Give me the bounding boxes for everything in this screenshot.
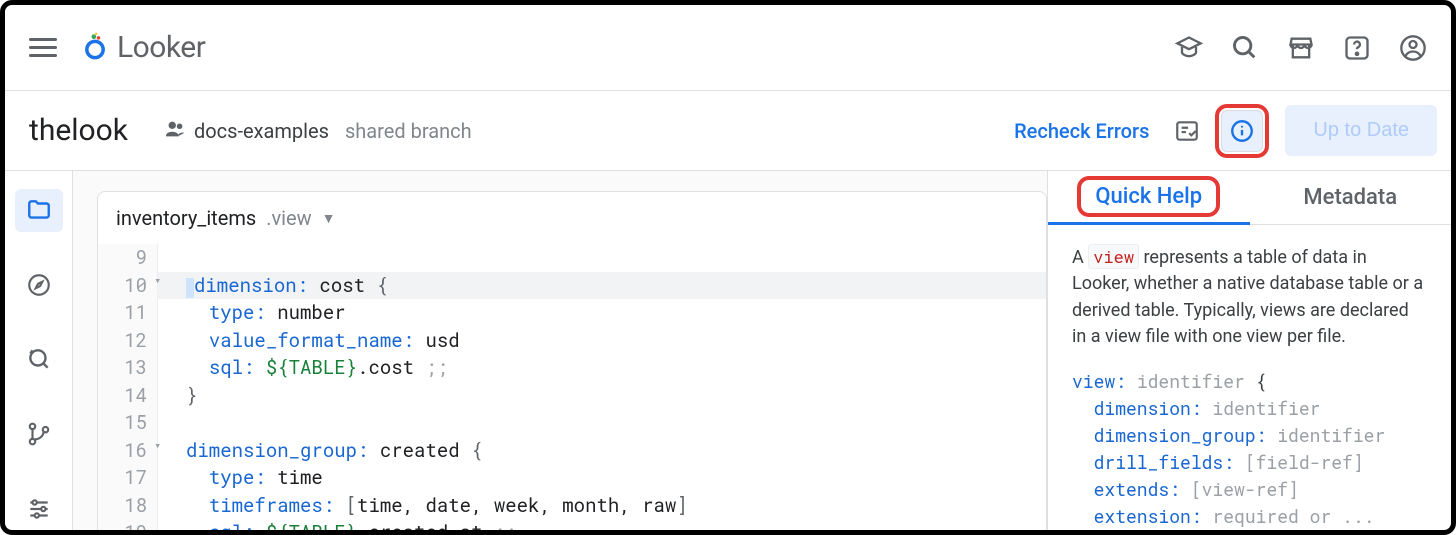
code-editor[interactable]: 910dimension: cost {11 type: number12 va… — [98, 244, 1046, 530]
team-name: docs-examples — [194, 119, 329, 143]
rail-explore-icon[interactable] — [15, 264, 63, 307]
help-icon[interactable] — [1343, 34, 1371, 62]
tab-quick-help-label: Quick Help — [1095, 184, 1202, 209]
validate-icon[interactable] — [1169, 113, 1205, 149]
code-line[interactable]: 10dimension: cost { — [98, 272, 1046, 300]
code-line[interactable]: 14} — [98, 382, 1046, 410]
side-tabs: Quick Help Metadata — [1048, 171, 1451, 225]
code-line[interactable]: 17 type: time — [98, 464, 1046, 492]
code-line[interactable]: 11 type: number — [98, 299, 1046, 327]
code-line[interactable]: 16dimension_group: created { — [98, 437, 1046, 465]
tab-metadata[interactable]: Metadata — [1250, 171, 1452, 225]
help-intro: A view represents a table of data in Loo… — [1072, 245, 1427, 349]
code-line[interactable]: 13 sql: ${TABLE}.cost ;; — [98, 354, 1046, 382]
learn-icon[interactable] — [1175, 34, 1203, 62]
looker-logo-icon — [81, 32, 109, 64]
rail-search-icon[interactable] — [15, 338, 63, 381]
chevron-down-icon: ▼ — [322, 210, 336, 227]
editor-card: inventory_items .view ▼ 910dimension: cos… — [97, 191, 1047, 530]
menu-icon[interactable] — [29, 38, 57, 57]
tab-quick-help[interactable]: Quick Help — [1048, 171, 1250, 225]
code-line[interactable]: 18 timeframes: [time, date, week, month,… — [98, 492, 1046, 520]
app-name: Looker — [117, 30, 205, 65]
rail-settings-icon[interactable] — [15, 487, 63, 530]
code-line[interactable]: 12 value_format_name: usd — [98, 327, 1046, 355]
help-syntax-block: view: identifier { dimension: identifier… — [1072, 368, 1427, 530]
help-code-view: view — [1088, 244, 1139, 269]
logo[interactable]: Looker — [81, 30, 205, 65]
topbar-actions — [1175, 34, 1427, 62]
file-ext: .view — [266, 206, 311, 230]
marketplace-icon[interactable] — [1287, 34, 1315, 62]
editor-panel: inventory_items .view ▼ 910dimension: cos… — [73, 171, 1047, 530]
main: inventory_items .view ▼ 910dimension: cos… — [5, 171, 1451, 530]
code-line[interactable]: 19 sql: ${TABLE}.created_at ;; — [98, 519, 1046, 530]
branch-label: shared branch — [345, 119, 472, 143]
team-icon — [164, 118, 186, 144]
tab-quick-help-highlight: Quick Help — [1077, 176, 1220, 217]
rail-git-icon[interactable] — [15, 413, 63, 456]
side-panel: Quick Help Metadata A view represents a … — [1047, 171, 1451, 530]
project-title: thelook — [29, 113, 128, 148]
recheck-errors-link[interactable]: Recheck Errors — [1014, 119, 1149, 143]
account-icon[interactable] — [1399, 34, 1427, 62]
team-selector[interactable]: docs-examples — [164, 118, 329, 144]
up-to-date-button[interactable]: Up to Date — [1285, 105, 1437, 156]
project-bar: thelook docs-examples shared branch Rech… — [5, 91, 1451, 171]
code-line[interactable]: 15 — [98, 409, 1046, 437]
code-line[interactable]: 9 — [98, 244, 1046, 272]
rail-files-icon[interactable] — [15, 189, 63, 232]
info-button[interactable] — [1221, 110, 1263, 152]
left-rail — [5, 171, 73, 530]
info-button-highlight — [1215, 104, 1269, 158]
file-tab[interactable]: inventory_items .view ▼ — [98, 192, 1046, 244]
search-icon[interactable] — [1231, 34, 1259, 62]
topbar: Looker — [5, 5, 1451, 91]
quick-help-body: A view represents a table of data in Loo… — [1048, 225, 1451, 530]
file-name: inventory_items — [116, 206, 256, 230]
